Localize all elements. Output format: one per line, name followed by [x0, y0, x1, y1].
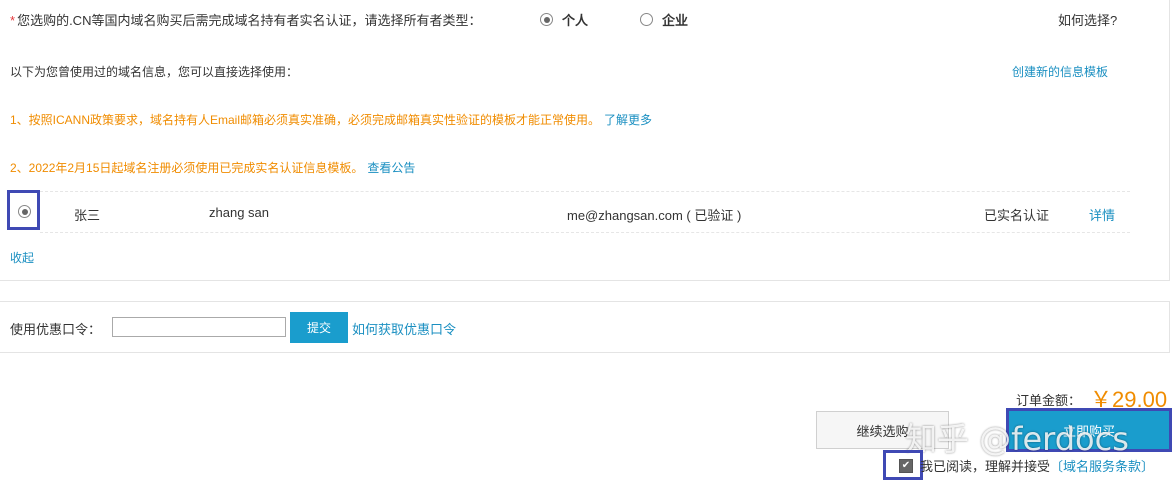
contact-status: 已实名认证: [984, 208, 1050, 223]
icann-note-text: 1、按照ICANN政策要求，域名持有人Email邮箱必须真实准确，必须完成邮箱真…: [10, 113, 601, 127]
learn-more-link[interactable]: 了解更多: [604, 113, 652, 127]
individual-radio[interactable]: [540, 13, 553, 26]
agreement-checkbox[interactable]: ✔: [899, 459, 913, 473]
company-radio[interactable]: [640, 13, 653, 26]
contact-template-row[interactable]: 张三 zhang san me@zhangsan.com ( 已验证 ) 已实名…: [0, 193, 1130, 231]
used-info-text: 以下为您曾使用过的域名信息，您可以直接选择使用：: [10, 65, 299, 79]
realname-note-text: 2、2022年2月15日起域名注册必须使用已完成实名认证信息模板。: [10, 161, 364, 175]
buy-now-highlight[interactable]: 立即购买: [1006, 408, 1172, 452]
agreement-checkbox-highlight[interactable]: ✔: [883, 450, 923, 480]
view-announcement-link[interactable]: 查看公告: [367, 161, 415, 175]
agreement-text: 我已阅读，理解并接受〔域名服务条款〕: [920, 456, 1154, 475]
contact-name-cn: 张三: [74, 208, 101, 223]
realname-note: 2、2022年2月15日起域名注册必须使用已完成实名认证信息模板。 查看公告: [10, 159, 415, 176]
coupon-submit-button[interactable]: 提交: [290, 312, 348, 343]
continue-shopping-button[interactable]: 继续选购: [816, 411, 949, 449]
coupon-help-link[interactable]: 如何获取优惠口令: [352, 319, 456, 338]
contact-detail-link[interactable]: 详情: [1089, 205, 1115, 224]
coupon-input[interactable]: [112, 317, 286, 337]
company-label: 企业: [662, 13, 689, 28]
row-divider-bottom: [40, 232, 1130, 233]
create-template-link[interactable]: 创建新的信息模板: [1012, 63, 1108, 80]
domain-owner-panel: [0, 0, 1170, 281]
coupon-label: 使用优惠口令：: [10, 322, 102, 337]
contact-select-radio[interactable]: [18, 205, 31, 218]
agreement-label: 我已阅读，理解并接受: [920, 459, 1051, 474]
buy-now-button[interactable]: 立即购买: [1009, 411, 1169, 449]
icann-note: 1、按照ICANN政策要求，域名持有人Email邮箱必须真实准确，必须完成邮箱真…: [10, 111, 652, 128]
how-to-choose-link[interactable]: 如何选择?: [1058, 10, 1117, 29]
owner-type-prompt: * 您选购的.CN等国内域名购买后需完成域名持有者实名认证，请选择所有者类型：: [10, 10, 481, 29]
contact-name-en: zhang san: [209, 205, 269, 220]
row-divider-top: [40, 191, 1130, 192]
owner-type-prompt-text: 您选购的.CN等国内域名购买后需完成域名持有者实名认证，请选择所有者类型：: [17, 13, 482, 28]
order-amount-label: 订单金额：: [1016, 393, 1082, 408]
collapse-link[interactable]: 收起: [10, 249, 34, 266]
contact-email: me@zhangsan.com ( 已验证 ): [567, 208, 742, 223]
owner-type-company-option[interactable]: 企业: [640, 10, 688, 29]
terms-link[interactable]: 〔域名服务条款〕: [1050, 459, 1154, 474]
required-star: *: [10, 13, 16, 28]
owner-type-individual-option[interactable]: 个人: [540, 10, 588, 29]
individual-label: 个人: [562, 13, 589, 28]
contact-select-highlight[interactable]: [7, 190, 40, 230]
